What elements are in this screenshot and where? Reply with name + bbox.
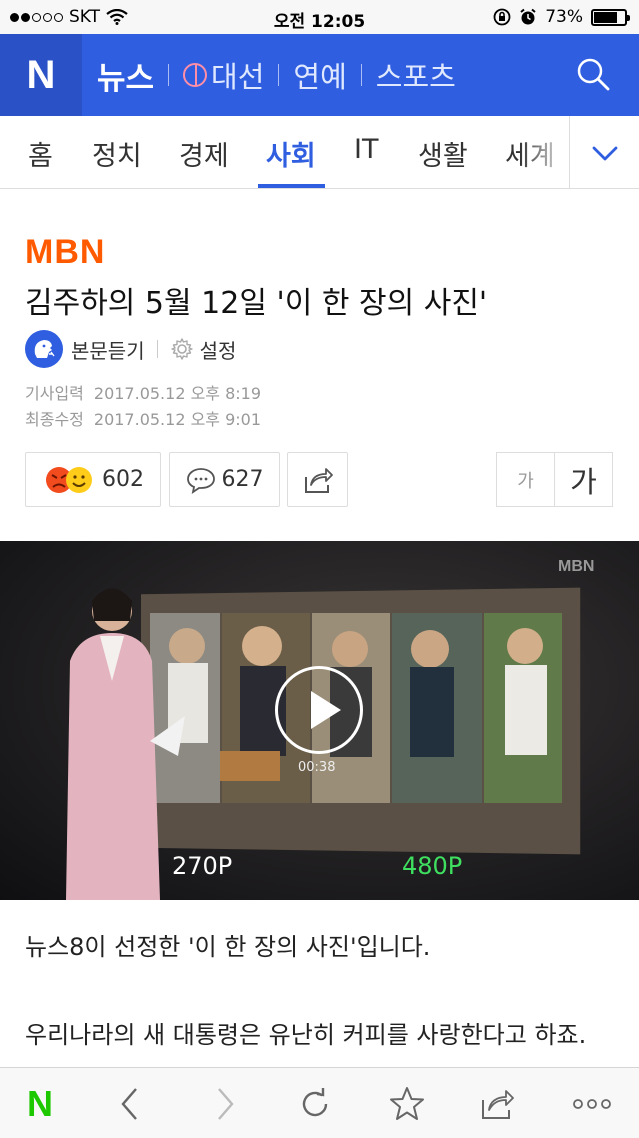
updated-date: 최종수정 2017.05.12 오후 9:01 xyxy=(25,406,261,430)
article-paragraph: 우리나라의 새 대통령은 유난히 커피를 사랑한다고 하죠. xyxy=(25,1021,587,1049)
more-button[interactable] xyxy=(562,1068,622,1138)
naver-home-icon: N xyxy=(27,1082,53,1124)
nav-news[interactable]: 뉴스 xyxy=(97,53,154,98)
active-tab-indicator xyxy=(258,184,325,188)
settings-button[interactable]: 설정 xyxy=(200,335,237,364)
nav-divider xyxy=(278,64,280,86)
category-tabs: 홈 정치 경제 사회 IT 생활 세계 xyxy=(0,116,639,189)
quality-270p-button[interactable]: 270P xyxy=(172,852,232,880)
search-icon[interactable] xyxy=(575,56,611,92)
tab-home[interactable]: 홈 xyxy=(28,134,53,173)
font-smaller-button[interactable]: 가 xyxy=(497,453,555,506)
chevron-down-icon xyxy=(592,146,618,161)
browser-toolbar: N xyxy=(0,1067,639,1138)
reaction-count: 602 xyxy=(102,467,144,492)
alarm-icon xyxy=(520,8,536,25)
tab-economy[interactable]: 경제 xyxy=(179,134,229,173)
tts-icon[interactable] xyxy=(25,330,63,368)
tab-politics[interactable]: 정치 xyxy=(92,134,142,173)
bookmark-button[interactable] xyxy=(377,1068,437,1138)
battery-icon xyxy=(591,8,630,26)
naver-logo[interactable]: N xyxy=(0,34,82,116)
star-icon xyxy=(390,1086,424,1120)
nav-divider xyxy=(360,64,362,86)
published-key: 기사입력 xyxy=(25,384,84,403)
video-player[interactable]: MBN 00:38 270P 480P xyxy=(0,541,639,900)
tab-society[interactable]: 사회 xyxy=(266,134,316,173)
refresh-icon xyxy=(302,1087,328,1116)
nav-divider xyxy=(168,64,170,86)
published-value: 2017.05.12 오후 8:19 xyxy=(93,384,262,403)
speaker-face-icon xyxy=(34,340,55,358)
video-duration: 00:38 xyxy=(298,760,336,775)
article-tools: 본문듣기 설정 xyxy=(25,330,236,368)
share-button[interactable] xyxy=(287,452,348,507)
font-size-control: 가 가 xyxy=(496,452,613,507)
battery-percent: 73% xyxy=(545,7,583,27)
rotation-lock-icon xyxy=(493,8,511,26)
nav-sports[interactable]: 스포츠 xyxy=(376,54,456,96)
updated-key: 최종수정 xyxy=(25,410,84,429)
quality-480p-button[interactable]: 480P xyxy=(402,852,462,880)
app-header: N 뉴스 대선 연예 스포츠 xyxy=(0,34,639,116)
nav-election-label: 대선 xyxy=(211,60,265,94)
comment-bubble-icon xyxy=(186,467,215,494)
play-button[interactable] xyxy=(275,666,363,754)
article-paragraph: 뉴스8이 선정한 '이 한 장의 사진'입니다. xyxy=(25,933,431,961)
more-dots-icon xyxy=(573,1098,611,1109)
back-button[interactable] xyxy=(100,1068,160,1138)
forward-button[interactable] xyxy=(195,1068,255,1138)
reaction-emoji-icon xyxy=(46,466,92,493)
comment-button[interactable]: 627 xyxy=(169,452,280,507)
nav-election[interactable]: 대선 xyxy=(183,54,264,96)
status-right: 73% xyxy=(493,7,630,27)
logo-text: N xyxy=(26,52,56,97)
status-bar: SKT 오전 12:05 73% xyxy=(0,0,639,34)
refresh-button[interactable] xyxy=(285,1068,345,1138)
chevron-right-icon xyxy=(218,1087,234,1120)
home-button[interactable]: N xyxy=(10,1068,70,1138)
press-logo[interactable]: MBN xyxy=(25,233,105,272)
comment-count: 627 xyxy=(221,467,264,492)
font-larger-button[interactable]: 가 xyxy=(555,453,612,506)
share-page-button[interactable] xyxy=(468,1068,528,1138)
chevron-left-icon xyxy=(121,1087,137,1120)
tts-button[interactable]: 본문듣기 xyxy=(71,335,145,364)
nav-entertainment[interactable]: 연예 xyxy=(293,54,346,96)
video-watermark: MBN xyxy=(558,558,595,575)
expand-tabs-button[interactable] xyxy=(569,116,639,188)
article-title: 김주하의 5월 12일 '이 한 장의 사진' xyxy=(25,286,488,321)
tab-life[interactable]: 생활 xyxy=(418,134,468,173)
tab-it[interactable]: IT xyxy=(354,134,378,165)
top-nav: 뉴스 대선 연예 스포츠 xyxy=(97,34,456,116)
election-icon xyxy=(183,63,208,87)
tabs-fade xyxy=(520,116,569,188)
share-icon xyxy=(304,467,333,493)
share-icon xyxy=(482,1089,514,1119)
published-date: 기사입력 2017.05.12 오후 8:19 xyxy=(25,380,261,404)
reaction-button[interactable]: 602 xyxy=(25,452,161,507)
gear-icon[interactable] xyxy=(170,337,194,361)
updated-value: 2017.05.12 오후 9:01 xyxy=(93,410,262,429)
tool-divider xyxy=(156,340,158,358)
